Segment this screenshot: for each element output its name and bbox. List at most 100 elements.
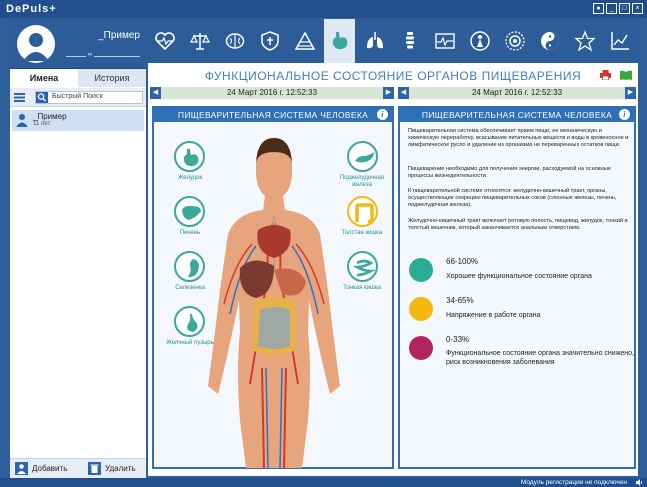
- person-icon: [16, 114, 28, 127]
- organ-label: Поджелудочная железа: [339, 175, 385, 188]
- small-intestine-icon: [353, 259, 376, 277]
- list-item[interactable]: _Пример 11 лет: [12, 110, 144, 131]
- category-figure[interactable]: [464, 19, 495, 63]
- human-body-illustration: [208, 138, 340, 468]
- sun-icon: [505, 31, 525, 51]
- page-title: ФУНКЦИОНАЛЬНОЕ СОСТОЯНИЕ ОРГАНОВ ПИЩЕВАР…: [204, 69, 582, 83]
- star-icon: [574, 30, 596, 52]
- legend-range: 0-33%: [446, 335, 470, 344]
- ecg-icon: [435, 33, 455, 49]
- category-ecg[interactable]: [429, 19, 460, 63]
- figure-icon: [470, 31, 490, 51]
- organ-liver[interactable]: [174, 196, 205, 227]
- organ-stomach[interactable]: [174, 141, 205, 172]
- organ-pancreas[interactable]: [347, 141, 378, 172]
- app-title: DePuls+: [6, 3, 57, 15]
- next-date-button[interactable]: ▶: [383, 87, 394, 99]
- pancreas-icon: [355, 152, 374, 163]
- speaker-icon[interactable]: [636, 479, 643, 486]
- date-bar-right: ◀ 24 Март 2016 г. 12:52:33 ▶: [398, 87, 636, 99]
- settings-window-icon[interactable]: ●: [593, 3, 604, 14]
- trash-icon[interactable]: [88, 462, 101, 475]
- organ-spleen[interactable]: [174, 251, 205, 282]
- category-digestion[interactable]: [324, 19, 355, 63]
- profile-name: _Пример: [98, 30, 140, 41]
- legend-dot-tension: [409, 297, 433, 321]
- info-icon[interactable]: i: [377, 109, 388, 120]
- profile-divider: [66, 56, 140, 57]
- tab-names[interactable]: Имена: [10, 69, 78, 87]
- description-paragraph: Пищеварительная система обеспечивает при…: [408, 128, 629, 149]
- minimize-icon[interactable]: _: [606, 3, 617, 14]
- pyramid-icon: [294, 31, 316, 50]
- next-date-button-right[interactable]: ▶: [625, 87, 636, 99]
- add-button[interactable]: Добавить: [32, 464, 67, 473]
- stomach-icon: [183, 149, 199, 167]
- add-user-icon[interactable]: [15, 462, 28, 475]
- chart-icon: [611, 32, 629, 50]
- title-bar: DePuls+ ● _ □ ×: [0, 0, 647, 18]
- left-toolbar: Добавить Удалить: [10, 458, 146, 478]
- info-panel-title: ПИЩЕВАРИТЕЛЬНАЯ СИСТЕМА ЧЕЛОВЕКА i: [400, 108, 634, 122]
- legend-text: Напряжение в работе органа: [446, 312, 541, 319]
- search-input[interactable]: Быстрый Поиск: [35, 91, 143, 104]
- organ-label: Толстая кишка: [341, 230, 383, 236]
- left-tabs: Имена История: [10, 69, 146, 87]
- category-sun[interactable]: [499, 19, 530, 63]
- spine-icon: [406, 32, 414, 49]
- heart-icon: [155, 32, 175, 51]
- gallbladder-icon: [187, 314, 198, 332]
- category-star[interactable]: [569, 19, 600, 63]
- spleen-icon: [188, 259, 199, 278]
- patient-name: _Пример: [33, 112, 67, 121]
- category-energy[interactable]: [289, 19, 320, 63]
- legend-range: 66-100%: [446, 257, 479, 266]
- brain-icon: [225, 33, 245, 49]
- organ-large-intestine[interactable]: [347, 196, 378, 227]
- delete-button[interactable]: Удалить: [105, 464, 136, 473]
- description-paragraph: К пищеварительной системе относятся: жел…: [408, 188, 617, 209]
- organ-gallbladder[interactable]: [174, 306, 205, 337]
- profile-age-marker: ∞: [86, 52, 95, 58]
- legend-range: 34-65%: [446, 296, 474, 305]
- maximize-icon[interactable]: □: [619, 3, 630, 14]
- info-panel: ПИЩЕВАРИТЕЛЬНАЯ СИСТЕМА ЧЕЛОВЕКА i Пищев…: [398, 106, 636, 469]
- close-icon[interactable]: ×: [632, 3, 643, 14]
- window-controls: ● _ □ ×: [593, 3, 643, 14]
- status-text: Модуль регистрации не подключен: [520, 479, 627, 486]
- status-bar: Модуль регистрации не подключен: [0, 478, 647, 487]
- anatomy-panel: ПИЩЕВАРИТЕЛЬНАЯ СИСТЕМА ЧЕЛОВЕКА i Желуд…: [152, 106, 394, 469]
- organ-label: Желчный пузырь: [166, 340, 214, 346]
- category-yin-yang[interactable]: [534, 19, 565, 63]
- search-icon[interactable]: [36, 92, 48, 103]
- legend-dot-low: [409, 336, 433, 360]
- legend-text: Функциональное состояние органа значител…: [446, 350, 634, 366]
- category-heart[interactable]: [149, 19, 180, 63]
- organ-label: Печень: [179, 230, 201, 236]
- category-lungs[interactable]: [359, 19, 390, 63]
- shield-icon: [261, 31, 279, 51]
- info-icon[interactable]: i: [619, 109, 630, 120]
- category-brain[interactable]: [219, 19, 250, 63]
- list-menu-icon[interactable]: [14, 92, 25, 103]
- info-panel-title-text: ПИЩЕВАРИТЕЛЬНАЯ СИСТЕМА ЧЕЛОВЕКА: [421, 110, 613, 120]
- category-balance[interactable]: [184, 19, 215, 63]
- description-paragraph: Желудочно-кишечный тракт включает ротову…: [408, 218, 628, 232]
- category-spine[interactable]: [394, 19, 425, 63]
- book-icon[interactable]: [620, 70, 632, 80]
- anatomy-panel-title: ПИЩЕВАРИТЕЛЬНАЯ СИСТЕМА ЧЕЛОВЕКА i: [154, 108, 392, 122]
- date-right: 24 Март 2016 г. 12:52:33: [471, 88, 563, 97]
- tab-history[interactable]: История: [78, 69, 146, 87]
- category-chart[interactable]: [604, 19, 635, 63]
- avatar[interactable]: [17, 25, 55, 63]
- organ-label: Тонкая кишка: [343, 285, 381, 291]
- yin-yang-icon: [541, 32, 559, 50]
- patient-age: 11 лет: [33, 121, 51, 127]
- organ-label: Желудок: [177, 175, 203, 181]
- category-immunity[interactable]: [254, 19, 285, 63]
- organ-small-intestine[interactable]: [347, 251, 378, 282]
- anatomy-panel-title-text: ПИЩЕВАРИТЕЛЬНАЯ СИСТЕМА ЧЕЛОВЕКА: [177, 110, 369, 120]
- description-paragraph: Пищеварение необходимо для получения эне…: [408, 166, 611, 180]
- print-icon[interactable]: [600, 70, 611, 80]
- colon-icon: [355, 203, 374, 224]
